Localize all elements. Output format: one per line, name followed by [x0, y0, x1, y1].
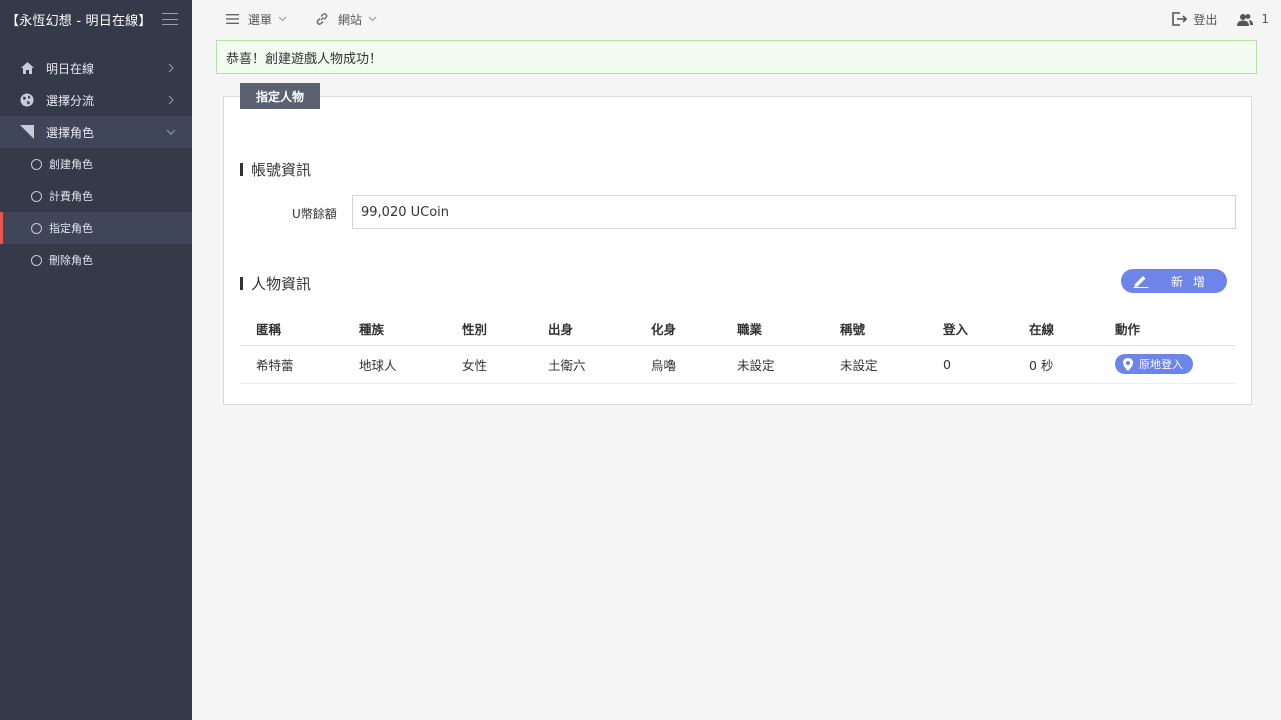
brand-bar: 【永恆幻想 - 明日在線】: [0, 0, 192, 38]
home-icon: [20, 61, 34, 75]
circle-icon: [31, 158, 42, 170]
column-header: 登入: [927, 313, 1013, 346]
add-button-label: 新增: [1171, 274, 1216, 289]
app-title: 【永恆幻想 - 明日在線】: [6, 13, 152, 29]
logout-icon: [1172, 12, 1188, 26]
column-header: 化身: [635, 313, 721, 346]
balance-label: U幣餘額: [292, 207, 337, 221]
cell-title: 未設定: [824, 345, 927, 384]
section-marker: [240, 277, 243, 290]
circle-icon: [31, 222, 42, 234]
cell-action: 原地登入: [1099, 345, 1236, 384]
online-users[interactable]: 1: [1237, 12, 1269, 26]
menu-dropdown[interactable]: 選單: [226, 11, 287, 28]
add-character-button[interactable]: 新增: [1121, 269, 1227, 293]
circle-icon: [31, 254, 42, 266]
sidebar-item-label: 明日在線: [46, 61, 95, 76]
column-header: 種族: [343, 313, 446, 346]
assign-character-panel: 指定人物 帳號資訊 U幣餘額 99,020 UCoin 人物資訊 新增 匿稱 種…: [223, 83, 1252, 405]
pencil-icon: [1133, 274, 1149, 288]
sidebar-subitem-delete-character[interactable]: 刪除角色: [0, 244, 192, 276]
cell-logins: 0: [927, 345, 1013, 384]
chevron-down-icon: [368, 16, 377, 22]
cell-race: 地球人: [343, 345, 446, 384]
section-title-text: 帳號資訊: [251, 161, 312, 179]
sidebar-item-tomorrow-online[interactable]: 明日在線: [0, 52, 192, 84]
column-header: 出身: [532, 313, 635, 346]
alert-message: 恭喜！創建遊戲人物成功！: [226, 51, 383, 67]
success-alert: 恭喜！創建遊戲人物成功！: [216, 40, 1257, 74]
panel-tab: 指定人物: [240, 83, 321, 109]
circle-icon: [31, 190, 42, 202]
sidebar: 【永恆幻想 - 明日在線】 明日在線 選擇分流 選擇角色 創建角色 計費角色 指…: [0, 0, 192, 720]
sidebar-toggle-icon[interactable]: [162, 13, 178, 25]
account-section-title: 帳號資訊: [240, 159, 311, 180]
character-section-title: 人物資訊: [240, 273, 311, 294]
cell-online: 0 秒: [1013, 345, 1099, 384]
map-pin-icon: [1123, 357, 1133, 371]
table-row: 希特蕾 地球人 女性 土衛六 烏嚕 未設定 未設定 0 0 秒 原地登入: [240, 345, 1236, 384]
balance-field: 99,020 UCoin: [352, 195, 1236, 229]
column-header: 在線: [1013, 313, 1099, 346]
cell-origin: 土衛六: [532, 345, 635, 384]
sidebar-subitem-label: 計費角色: [49, 190, 93, 203]
wedge-icon: [20, 125, 34, 139]
character-table: 匿稱 種族 性別 出身 化身 職業 稱號 登入 在線 動作 希特蕾 地球人 女性…: [240, 313, 1236, 384]
top-right-actions: 登出 1: [1172, 0, 1269, 38]
site-dropdown[interactable]: 網站: [315, 11, 377, 28]
sidebar-item-label: 選擇分流: [46, 93, 95, 108]
table-header-row: 匿稱 種族 性別 出身 化身 職業 稱號 登入 在線 動作: [240, 313, 1236, 346]
chevron-down-icon: [166, 127, 176, 137]
sidebar-item-label: 選擇角色: [46, 125, 95, 140]
column-header: 性別: [446, 313, 532, 346]
list-icon: [226, 14, 239, 24]
column-header: 動作: [1099, 313, 1236, 346]
menu-label: 選單: [248, 12, 273, 27]
top-bar: 選單 網站 登出 1: [192, 0, 1281, 38]
section-marker: [240, 163, 243, 176]
chevron-down-icon: [278, 16, 287, 22]
logout-button[interactable]: 登出: [1172, 11, 1217, 28]
sidebar-item-select-server[interactable]: 選擇分流: [0, 84, 192, 116]
login-button-label: 原地登入: [1139, 358, 1183, 371]
sidebar-item-select-character[interactable]: 選擇角色: [0, 116, 192, 148]
sidebar-subitem-billing-character[interactable]: 計費角色: [0, 180, 192, 212]
globe-icon: [20, 93, 34, 107]
section-title-text: 人物資訊: [251, 275, 312, 293]
link-icon: [315, 12, 329, 26]
logout-label: 登出: [1193, 12, 1218, 27]
site-label: 網站: [338, 12, 363, 27]
sidebar-subitem-label: 創建角色: [49, 158, 93, 171]
sidebar-nav: 明日在線 選擇分流 選擇角色 創建角色 計費角色 指定角色 刪除角色: [0, 52, 192, 276]
login-in-place-button[interactable]: 原地登入: [1115, 354, 1193, 374]
cell-nickname: 希特蕾: [240, 345, 343, 384]
column-header: 稱號: [824, 313, 927, 346]
column-header: 匿稱: [240, 313, 343, 346]
cell-avatar: 烏嚕: [635, 345, 721, 384]
users-icon: [1237, 13, 1254, 26]
sidebar-subitem-label: 刪除角色: [49, 254, 93, 267]
cell-job: 未設定: [721, 345, 824, 384]
cell-gender: 女性: [446, 345, 532, 384]
chevron-right-icon: [166, 95, 176, 105]
sidebar-subitem-create-character[interactable]: 創建角色: [0, 148, 192, 180]
sidebar-subitem-label: 指定角色: [49, 222, 93, 235]
column-header: 職業: [721, 313, 824, 346]
sidebar-subitem-assign-character[interactable]: 指定角色: [0, 212, 192, 244]
user-count: 1: [1261, 12, 1269, 26]
chevron-right-icon: [166, 63, 176, 73]
